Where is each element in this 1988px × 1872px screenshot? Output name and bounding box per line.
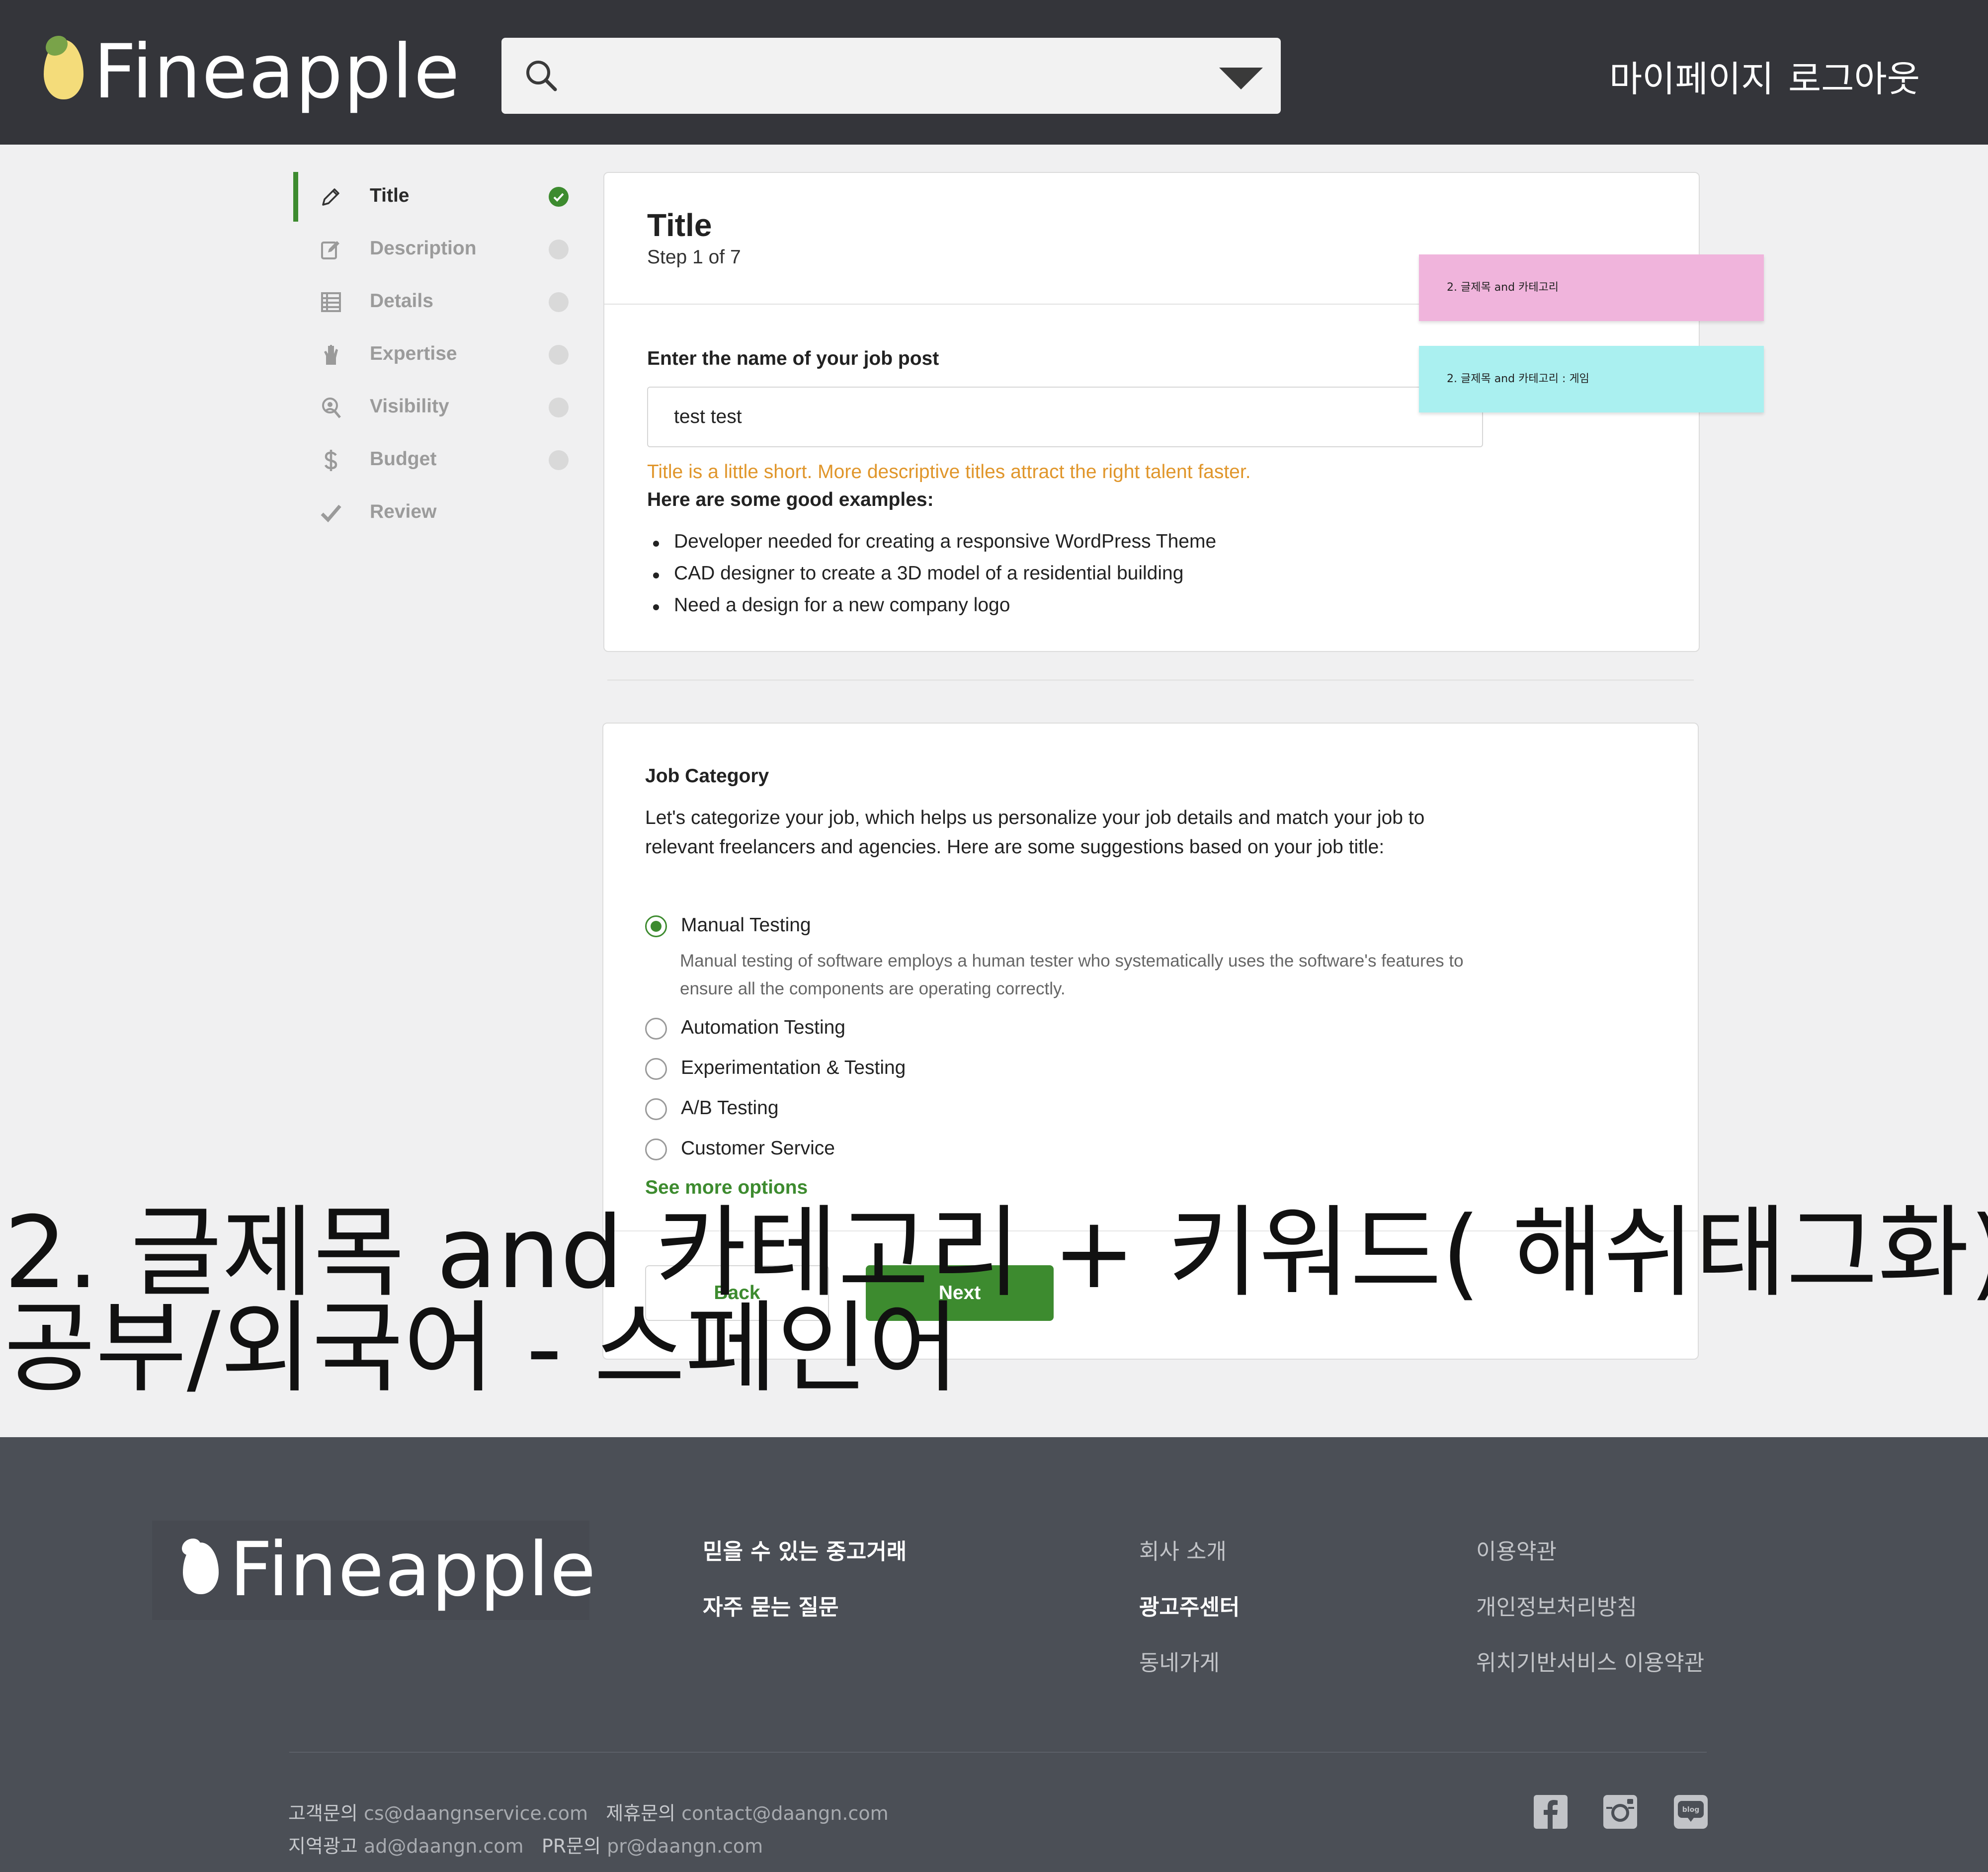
check-circle-icon bbox=[549, 292, 569, 312]
sidebar-item-label: Description bbox=[370, 238, 477, 259]
sidebar-item-details[interactable]: Details bbox=[293, 277, 577, 327]
radio-automation-testing[interactable] bbox=[645, 1018, 667, 1040]
contact-label: PR문의 bbox=[541, 1835, 601, 1857]
sidebar-item-review[interactable]: Review bbox=[293, 488, 577, 538]
list-item: CAD designer to create a 3D model of a r… bbox=[647, 563, 1216, 594]
check-icon bbox=[321, 504, 341, 523]
logo-text: Fineapple bbox=[230, 1527, 597, 1613]
sidebar-item-label: Visibility bbox=[370, 396, 449, 417]
dollar-icon bbox=[324, 450, 337, 471]
list-icon bbox=[321, 292, 341, 312]
job-category-heading: Job Category bbox=[645, 765, 769, 787]
option-label[interactable]: Customer Service bbox=[681, 1138, 835, 1159]
footer-link-terms[interactable]: 이용약관 bbox=[1476, 1534, 1557, 1565]
sidebar-item-label: Expertise bbox=[370, 343, 457, 364]
list-item: Developer needed for creating a responsi… bbox=[647, 531, 1216, 563]
eye-search-icon bbox=[322, 398, 341, 418]
sidebar-item-expertise[interactable]: Expertise bbox=[293, 330, 577, 380]
examples-list: Developer needed for creating a responsi… bbox=[647, 531, 1216, 626]
option-label[interactable]: A/B Testing bbox=[681, 1097, 779, 1119]
job-title-input[interactable]: test test bbox=[647, 387, 1483, 447]
radio-customer-service[interactable] bbox=[645, 1139, 667, 1160]
sticky-note-pink: 2. 글제목 and 카테고리 bbox=[1419, 254, 1764, 321]
title-warning: Title is a little short. More descriptiv… bbox=[647, 461, 1251, 483]
page-title: Title bbox=[647, 207, 712, 243]
contact-label: 고객문의 bbox=[288, 1802, 358, 1824]
overlay-caption-line1: 2. 글제목 and 카테고리 + 키워드( 해쉬태그화) bbox=[4, 1195, 1988, 1311]
list-item: Need a design for a new company logo bbox=[647, 594, 1216, 626]
check-circle-icon bbox=[549, 398, 569, 417]
sidebar-item-budget[interactable]: Budget bbox=[293, 435, 577, 485]
footer-link-trusted-trade[interactable]: 믿을 수 있는 중고거래 bbox=[703, 1534, 907, 1565]
footer-link-faq[interactable]: 자주 묻는 질문 bbox=[703, 1589, 839, 1621]
contact-email[interactable]: cs@daangnservice.com bbox=[364, 1802, 588, 1824]
sidebar-item-label: Details bbox=[370, 290, 433, 312]
footer-link-local-store[interactable]: 동네가게 bbox=[1139, 1645, 1220, 1677]
check-circle-icon bbox=[549, 450, 569, 470]
active-indicator bbox=[293, 172, 298, 222]
top-header: Fineapple 마이페이지 로그아웃 bbox=[0, 0, 1988, 145]
step-indicator: Step 1 of 7 bbox=[647, 246, 741, 268]
search-icon bbox=[526, 61, 557, 91]
overlay-caption-line2: 공부/외국어 - 스페인어 bbox=[4, 1291, 960, 1406]
sidebar-item-label: Review bbox=[370, 501, 437, 522]
logo-text: Fineapple bbox=[93, 29, 461, 115]
logout-link[interactable]: 로그아웃 bbox=[1788, 50, 1920, 102]
instagram-icon[interactable] bbox=[1603, 1795, 1637, 1829]
check-circle-icon bbox=[549, 240, 569, 259]
facebook-icon[interactable] bbox=[1534, 1795, 1568, 1829]
sidebar-item-title[interactable]: Title bbox=[293, 172, 577, 222]
job-post-name-label: Enter the name of your job post bbox=[647, 348, 939, 369]
sidebar-item-description[interactable]: Description bbox=[293, 225, 577, 274]
contact-email[interactable]: contact@daangn.com bbox=[681, 1802, 888, 1824]
footer-divider bbox=[289, 1752, 1707, 1753]
option-label[interactable]: Automation Testing bbox=[681, 1017, 845, 1039]
sidebar-item-label: Budget bbox=[370, 448, 437, 470]
manual-testing-help: Manual testing of software employs a hum… bbox=[680, 951, 1464, 998]
contact-email[interactable]: ad@daangn.com bbox=[364, 1835, 524, 1857]
edit-note-icon bbox=[321, 241, 339, 259]
blog-icon-text: blog bbox=[1682, 1806, 1699, 1814]
footer-contacts-row2: 지역광고 ad@daangn.com PR문의 pr@daangn.com bbox=[288, 1831, 763, 1858]
option-label[interactable]: Experimentation & Testing bbox=[681, 1057, 906, 1079]
section-divider bbox=[607, 679, 1694, 681]
contact-email[interactable]: pr@daangn.com bbox=[607, 1835, 763, 1857]
footer-link-location-terms[interactable]: 위치기반서비스 이용약관 bbox=[1476, 1645, 1704, 1677]
examples-heading: Here are some good examples: bbox=[647, 489, 934, 510]
sticky-note-cyan: 2. 글제목 and 카테고리 : 게임 bbox=[1419, 346, 1764, 412]
radio-experimentation-testing[interactable] bbox=[645, 1058, 667, 1080]
contact-label: 지역광고 bbox=[288, 1835, 358, 1857]
radio-manual-testing[interactable] bbox=[645, 915, 667, 937]
footer-logo[interactable]: Fineapple bbox=[152, 1521, 596, 1620]
mypage-link[interactable]: 마이페이지 bbox=[1609, 50, 1774, 102]
option-label[interactable]: Manual Testing bbox=[681, 914, 811, 936]
search-input[interactable] bbox=[501, 38, 1281, 114]
contact-label: 제휴문의 bbox=[606, 1802, 676, 1824]
footer-contacts-row1: 고객문의 cs@daangnservice.com 제휴문의 contact@d… bbox=[288, 1798, 889, 1825]
job-category-description: Let's categorize your job, which helps u… bbox=[645, 807, 1425, 858]
footer-link-advertiser[interactable]: 광고주센터 bbox=[1139, 1589, 1240, 1621]
radio-ab-testing[interactable] bbox=[645, 1098, 667, 1120]
chevron-down-icon[interactable] bbox=[1219, 68, 1263, 89]
sidebar-item-label: Title bbox=[370, 185, 410, 206]
blog-icon[interactable]: blog bbox=[1674, 1795, 1708, 1829]
check-circle-icon bbox=[549, 187, 569, 207]
hand-icon bbox=[324, 345, 338, 365]
footer-link-privacy[interactable]: 개인정보처리방침 bbox=[1476, 1589, 1637, 1621]
check-circle-icon bbox=[549, 345, 569, 365]
pencil-icon bbox=[322, 188, 339, 206]
sidebar-item-visibility[interactable]: Visibility bbox=[293, 383, 577, 432]
footer-link-company[interactable]: 회사 소개 bbox=[1139, 1534, 1227, 1565]
site-footer: Fineapple 믿을 수 있는 중고거래 자주 묻는 질문 회사 소개 광고… bbox=[0, 1437, 1988, 1872]
